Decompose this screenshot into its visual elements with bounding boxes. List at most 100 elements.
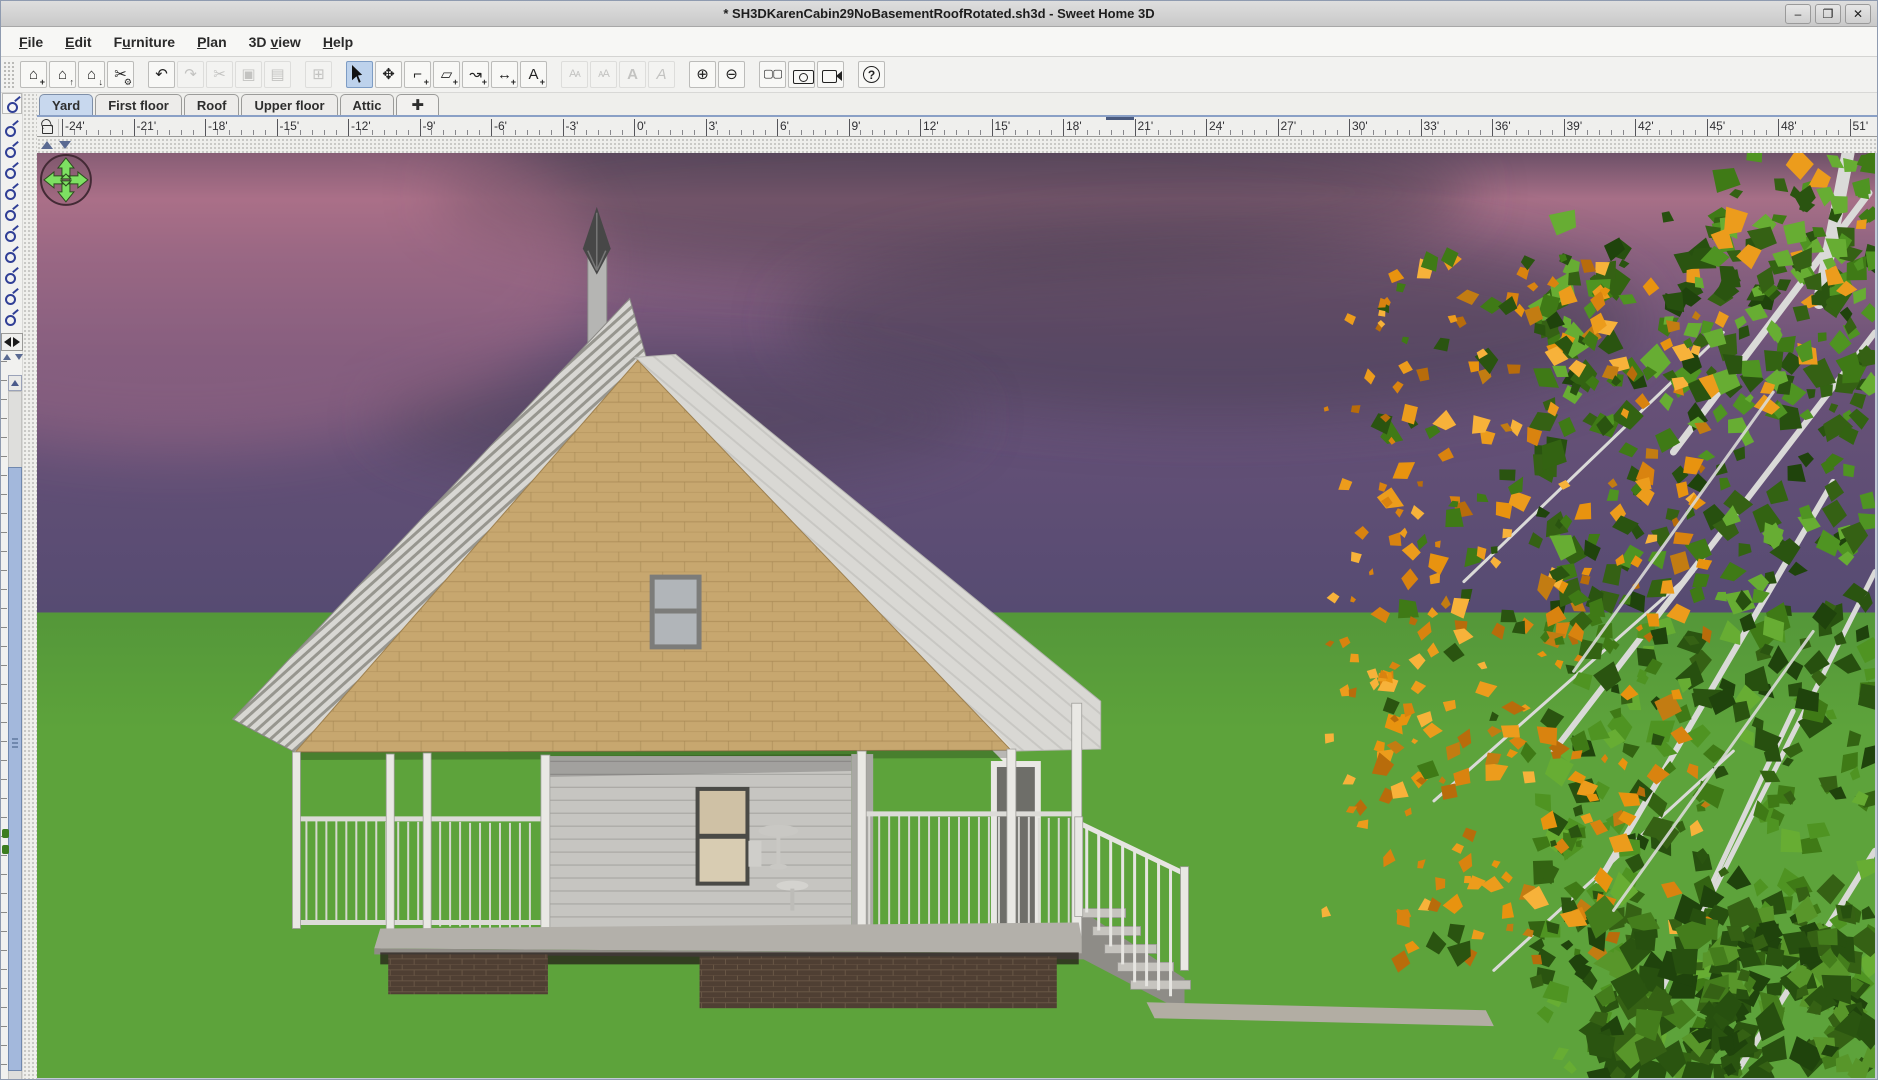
ruler-minor-tick <box>1170 130 1171 135</box>
scrollbar-up-button[interactable] <box>8 375 22 391</box>
ruler-major-tick <box>205 119 206 137</box>
create-rooms-button[interactable]: ▱+ <box>433 61 460 88</box>
ruler-minor-tick <box>1158 130 1159 135</box>
ruler-minor-tick <box>288 130 289 135</box>
category-key-icon[interactable] <box>5 142 19 156</box>
tab-yard[interactable]: Yard <box>39 94 93 115</box>
ruler-minor-tick <box>1325 130 1326 135</box>
ruler-minor-tick <box>1027 130 1028 135</box>
ruler-minor-tick <box>431 130 432 135</box>
camera-position-marker[interactable] <box>1106 117 1134 120</box>
create-photo-button[interactable] <box>788 61 815 88</box>
pan-tool-button[interactable]: ✥ <box>375 61 402 88</box>
ruler-label: 3' <box>709 119 718 133</box>
menu-help[interactable]: Help <box>313 31 363 53</box>
ruler-minor-tick <box>801 130 802 135</box>
create-video-button[interactable] <box>817 61 844 88</box>
create-polylines-button[interactable]: ↝+ <box>462 61 489 88</box>
ruler-minor-tick <box>1075 130 1076 135</box>
ruler-minor-tick <box>1337 130 1338 135</box>
copy-button[interactable]: ▣ <box>235 61 262 88</box>
redo-button[interactable]: ↷ <box>177 61 204 88</box>
ruler-label: 18' <box>1066 119 1082 133</box>
category-key-icon[interactable] <box>5 268 19 282</box>
ruler-minor-tick <box>265 130 266 135</box>
menu-plan[interactable]: Plan <box>187 31 237 53</box>
create-walls-button[interactable]: ⌐+ <box>404 61 431 88</box>
tab-upper-floor[interactable]: Upper floor <box>241 94 337 115</box>
tab-attic[interactable]: Attic <box>340 94 395 115</box>
increase-text-size-button[interactable]: ᴀA <box>590 61 617 88</box>
catalog-split-divider[interactable] <box>23 93 37 1080</box>
select-tool-button[interactable] <box>346 61 373 88</box>
ruler-minor-tick <box>1099 130 1100 135</box>
zoom-out-button[interactable]: ⊖ <box>718 61 745 88</box>
ruler-label: 33' <box>1424 119 1440 133</box>
menu-edit[interactable]: Edit <box>55 31 101 53</box>
category-key-icon[interactable] <box>5 163 19 177</box>
save-button[interactable]: ⌂↓ <box>78 61 105 88</box>
category-key-icon[interactable] <box>5 121 19 135</box>
ruler-minor-tick <box>1266 130 1267 135</box>
ruler-minor-tick <box>503 130 504 135</box>
category-key-icon[interactable] <box>5 247 19 261</box>
ruler-minor-tick <box>169 130 170 135</box>
scrollbar-thumb[interactable] <box>8 467 22 1071</box>
minimize-button[interactable]: – <box>1785 4 1811 24</box>
tab-first-floor[interactable]: First floor <box>95 94 182 115</box>
cut-button[interactable]: ✂ <box>206 61 233 88</box>
create-dimensions-button[interactable]: ↔+ <box>491 61 518 88</box>
3d-view[interactable] <box>37 153 1878 1080</box>
menu-3d-view[interactable]: 3D view <box>239 31 311 53</box>
add-texts-button[interactable]: A+ <box>520 61 547 88</box>
title-bar[interactable]: * SH3DKarenCabin29NoBasementRoofRotated.… <box>1 1 1877 27</box>
ruler-major-tick <box>1421 119 1422 137</box>
close-button[interactable]: ✕ <box>1845 4 1871 24</box>
ruler-minor-tick <box>1242 130 1243 135</box>
undo-button[interactable]: ↶ <box>148 61 175 88</box>
category-key-icon[interactable] <box>5 289 19 303</box>
maximize-button[interactable]: ❐ <box>1815 4 1841 24</box>
italic-button[interactable]: A <box>648 61 675 88</box>
plan-horizontal-ruler: -24'-21'-18'-15'-12'-9'-6'-3'0'3'6'9'12'… <box>37 115 1878 137</box>
split-collapse-down-icon[interactable] <box>59 141 71 149</box>
ruler-major-tick <box>1564 119 1565 137</box>
category-key-icon[interactable] <box>5 205 19 219</box>
attic-window <box>650 575 702 650</box>
split-collapse-right-icon[interactable] <box>13 337 20 347</box>
ruler-minor-tick <box>324 130 325 135</box>
plan-3d-split-divider[interactable] <box>37 138 1878 153</box>
category-key-icon[interactable] <box>5 184 19 198</box>
add-furniture-button[interactable]: ⊞ <box>305 61 332 88</box>
new-home-button[interactable]: ⌂+ <box>20 61 47 88</box>
decrease-text-size-button[interactable]: Aᴀ <box>561 61 588 88</box>
menu-furniture[interactable]: Furniture <box>104 31 185 53</box>
ruler-minor-tick <box>98 130 99 135</box>
menu-file[interactable]: File <box>9 31 53 53</box>
zoom-in-button[interactable]: ⊕ <box>689 61 716 88</box>
ruler-minor-tick <box>193 130 194 135</box>
ruler-minor-tick <box>1718 130 1719 135</box>
preferences-button[interactable]: ✂⚙ <box>107 61 134 88</box>
bold-button[interactable]: A <box>619 61 646 88</box>
ruler-minor-tick <box>1385 130 1386 135</box>
open-button[interactable]: ⌂↑ <box>49 61 76 88</box>
ruler-minor-tick <box>682 130 683 135</box>
ruler-minor-tick <box>884 130 885 135</box>
split-collapse-up-icon[interactable] <box>41 141 53 149</box>
toolbar: ⌂+⌂↑⌂↓✂⚙↶↷✂▣▤⊞✥⌐+▱+↝+↔+A+AᴀᴀAAA⊕⊖▢▢? <box>1 57 1877 93</box>
window-title: * SH3DKarenCabin29NoBasementRoofRotated.… <box>723 6 1154 21</box>
toolbar-drag-grip[interactable] <box>3 61 15 89</box>
ruler-minor-tick <box>467 130 468 135</box>
add-level-tab-button[interactable]: ✚ <box>396 94 439 115</box>
level-tabs: YardFirst floorRoofUpper floorAttic✚ <box>39 93 1878 115</box>
help-button[interactable]: ? <box>858 61 885 88</box>
ruler-minor-tick <box>1647 130 1648 135</box>
ruler-major-tick <box>1063 119 1064 137</box>
tab-roof[interactable]: Roof <box>184 94 240 115</box>
category-key-icon[interactable] <box>5 226 19 240</box>
photos-at-points-of-view-button[interactable]: ▢▢ <box>759 61 786 88</box>
ruler-minor-tick <box>1730 130 1731 135</box>
paste-button[interactable]: ▤ <box>264 61 291 88</box>
category-key-icon[interactable] <box>5 310 19 324</box>
